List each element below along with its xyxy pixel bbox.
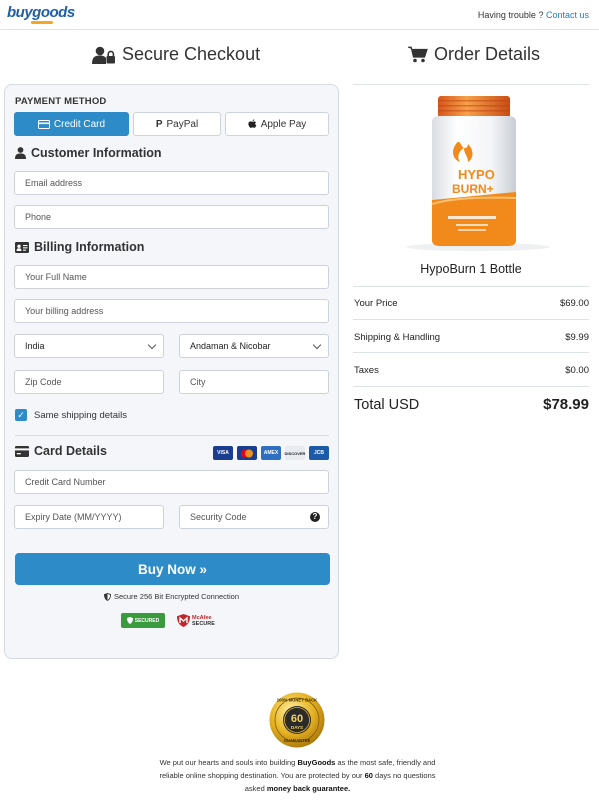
trouble-label: Having trouble ? bbox=[477, 10, 544, 20]
order-details-heading: Order Details bbox=[408, 44, 540, 65]
total-value: $78.99 bbox=[543, 396, 589, 413]
phone-field[interactable]: Phone bbox=[14, 205, 329, 229]
shield-icon bbox=[103, 592, 111, 601]
user-lock-icon bbox=[92, 46, 115, 64]
product-image: HYPO BURN+ bbox=[398, 92, 550, 252]
customer-info-heading: Customer Information bbox=[15, 146, 162, 160]
zip-code-field[interactable]: Zip Code bbox=[14, 370, 164, 394]
secure-checkout-heading: Secure Checkout bbox=[92, 44, 260, 65]
state-select[interactable]: Andaman & Nicobar bbox=[179, 334, 329, 358]
billing-info-heading: Billing Information bbox=[15, 240, 144, 254]
card-number-field[interactable]: Credit Card Number bbox=[14, 470, 329, 494]
footer-guarantee-text: We put our hearts and souls into buildin… bbox=[159, 758, 436, 793]
taxes-value: $0.00 bbox=[565, 365, 589, 376]
row-divider bbox=[353, 386, 589, 387]
order-top-divider bbox=[353, 84, 589, 85]
help-text: Having trouble ? Contact us bbox=[478, 10, 589, 20]
expiry-date-field[interactable]: Expiry Date (MM/YYYY) bbox=[14, 505, 164, 529]
seal-bottom-text: GUARANTEE bbox=[284, 738, 311, 743]
product-brand-line-2: BURN+ bbox=[452, 182, 494, 196]
city-field[interactable]: City bbox=[179, 370, 329, 394]
country-select[interactable]: India bbox=[14, 334, 164, 358]
credit-card-icon bbox=[37, 119, 50, 129]
email-field[interactable]: Email address bbox=[14, 171, 329, 195]
chevron-down-icon bbox=[312, 340, 322, 349]
row-divider bbox=[353, 352, 589, 353]
section-divider bbox=[15, 435, 329, 436]
product-brand-line-1: HYPO bbox=[458, 167, 495, 182]
page-title: Secure Checkout bbox=[122, 44, 261, 64]
user-icon bbox=[15, 147, 26, 159]
chevron-down-icon bbox=[147, 340, 157, 349]
apple-icon bbox=[248, 119, 257, 128]
price-label: Your Price bbox=[354, 298, 398, 309]
seal-days-number: 60 bbox=[291, 713, 303, 725]
price-value: $69.00 bbox=[559, 298, 589, 309]
checkout-form-card: PAYMENT METHOD Credit Card P PayPal Appl… bbox=[4, 84, 339, 659]
same-shipping-row[interactable]: ✓ Same shipping details bbox=[15, 409, 127, 421]
footer-days: 60 bbox=[364, 771, 373, 780]
secure-connection-note: Secure 256 Bit Encrypted Connection bbox=[5, 592, 338, 601]
order-details-title: Order Details bbox=[434, 44, 541, 64]
godaddy-secured-badge: SECURED bbox=[121, 613, 165, 628]
country-value: India bbox=[25, 341, 45, 351]
cart-icon bbox=[408, 46, 428, 63]
apple-pay-tab[interactable]: Apple Pay bbox=[225, 112, 329, 136]
row-divider bbox=[353, 286, 589, 287]
id-card-icon bbox=[15, 241, 29, 253]
card-logos: VISA AMEX DISCOVER JCB bbox=[213, 446, 329, 460]
credit-card-tab[interactable]: Credit Card bbox=[14, 112, 129, 136]
taxes-label: Taxes bbox=[354, 365, 379, 376]
paypal-tab[interactable]: P PayPal bbox=[133, 112, 221, 136]
credit-card-icon bbox=[15, 445, 29, 457]
money-back-guarantee-seal: 100% MONEY BACK 60 DAYS GUARANTEE bbox=[269, 692, 325, 748]
buy-now-button[interactable]: Buy Now » bbox=[15, 553, 330, 585]
row-divider bbox=[353, 319, 589, 320]
mcafee-secure-badge: McAfee SECURE bbox=[177, 614, 215, 627]
visa-icon: VISA bbox=[213, 446, 233, 460]
security-code-field[interactable]: Security Code ? bbox=[179, 505, 329, 529]
contact-us-link[interactable]: Contact us bbox=[546, 10, 589, 20]
buygoods-logo[interactable]: buygoods bbox=[7, 4, 75, 24]
logo-swoosh bbox=[31, 21, 53, 24]
security-badges: SECURED McAfee SECURE bbox=[121, 613, 215, 628]
help-icon[interactable]: ? bbox=[310, 512, 320, 522]
footer-guarantee-bold: money back guarantee. bbox=[266, 784, 351, 793]
seal-days-label: DAYS bbox=[291, 725, 303, 730]
shipping-value: $9.99 bbox=[565, 332, 589, 343]
product-name: HypoBurn 1 Bottle bbox=[420, 262, 522, 276]
state-value: Andaman & Nicobar bbox=[190, 341, 271, 351]
discover-icon: DISCOVER bbox=[285, 446, 305, 460]
payment-method-label: PAYMENT METHOD bbox=[15, 96, 107, 107]
total-label: Total USD bbox=[354, 397, 420, 413]
billing-address-field[interactable]: Your billing address bbox=[14, 299, 329, 323]
mastercard-icon bbox=[237, 446, 257, 460]
same-shipping-label: Same shipping details bbox=[34, 409, 127, 421]
footer-brand: BuyGoods bbox=[297, 758, 336, 767]
top-bar: buygoods Having trouble ? Contact us bbox=[0, 0, 599, 30]
seal-top-text: 100% MONEY BACK bbox=[277, 698, 317, 703]
paypal-icon: P bbox=[155, 118, 163, 130]
card-details-heading: Card Details bbox=[15, 444, 107, 458]
shipping-label: Shipping & Handling bbox=[354, 332, 441, 343]
full-name-field[interactable]: Your Full Name bbox=[14, 265, 329, 289]
amex-icon: AMEX bbox=[261, 446, 281, 460]
same-shipping-checkbox[interactable]: ✓ bbox=[15, 409, 27, 421]
jcb-icon: JCB bbox=[309, 446, 329, 460]
